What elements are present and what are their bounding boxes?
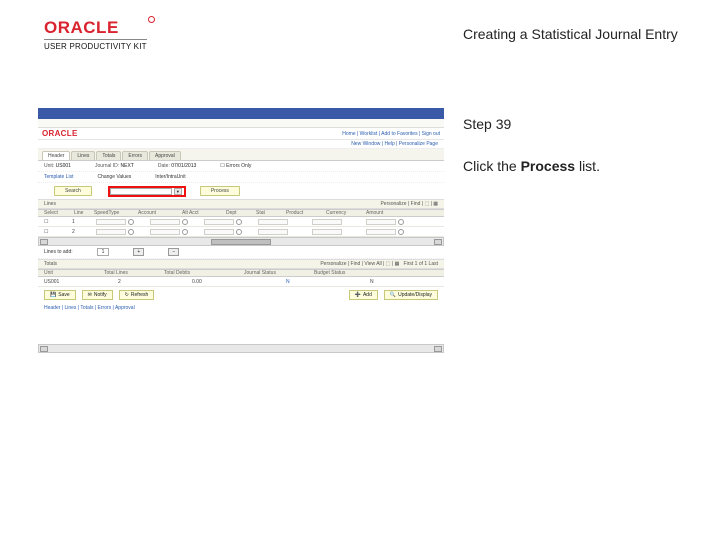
refresh-button[interactable]: ↻ Refresh (119, 290, 155, 300)
totals-grid-header: Unit Total Lines Total Debits Journal St… (38, 269, 444, 277)
form-row-1: Unit: US001 Journal ID: NEXT Date: 07/01… (38, 161, 444, 172)
date-label: Date: (158, 163, 170, 169)
unit-value: US001 (56, 163, 71, 169)
errors-only-checkbox[interactable]: ☐ Errors Only (220, 163, 251, 169)
oracle-logo: ORACLE (44, 18, 147, 38)
step-number: Step 39 (463, 116, 511, 132)
highlight-indicator (108, 186, 186, 197)
lines-to-add-row: Lines to add: 1 + − (38, 246, 444, 259)
process-button[interactable]: Process (200, 186, 240, 196)
form-row-2: Template List Change Values Inter/IntraU… (38, 172, 444, 183)
instruction-target: Process (521, 158, 575, 174)
instruction-pre: Click the (463, 158, 521, 174)
remove-line-button[interactable]: − (168, 248, 179, 256)
instruction-post: list. (575, 158, 600, 174)
lines-section-header: Lines Personalize | Find | ⬚ | ▦ (38, 199, 444, 209)
bottom-tab-links[interactable]: Header | Lines | Totals | Errors | Appro… (38, 303, 444, 313)
tab-totals[interactable]: Totals (96, 151, 121, 160)
unit-label: Unit: (44, 163, 54, 169)
app-screenshot: ORACLE Home | Worklist | Add to Favorite… (38, 108, 444, 346)
page-title: Creating a Statistical Journal Entry (463, 26, 678, 42)
app-header-links: Home | Worklist | Add to Favorites | Sig… (342, 131, 440, 137)
app-topbar (38, 108, 444, 119)
notify-button[interactable]: ✉ Notify (82, 290, 113, 300)
outer-scroll-right[interactable] (434, 346, 442, 352)
grid-row-1: ☐ 1 (38, 217, 444, 227)
scroll-thumb[interactable] (211, 239, 271, 245)
app-nav-links[interactable]: New Window | Help | Personalize Page (38, 140, 444, 149)
change-values-link[interactable]: Change Values (97, 174, 131, 180)
grid-row-2: ☐ 2 (38, 227, 444, 237)
tab-approval[interactable]: Approval (149, 151, 181, 160)
grid-scrollbar[interactable] (38, 237, 444, 246)
totals-grid-row: US001 2 0.00 N N (38, 277, 444, 287)
instruction-text: Click the Process list. (463, 158, 600, 174)
outer-scroll-left[interactable] (40, 346, 48, 352)
intra-unit-link[interactable]: Inter/IntraUnit (155, 174, 185, 180)
save-button[interactable]: 💾 Save (44, 290, 76, 300)
add-button[interactable]: ➕ Add (349, 290, 378, 300)
app-oracle-logo: ORACLE (42, 129, 78, 138)
app-brandbar: ORACLE Home | Worklist | Add to Favorite… (38, 128, 444, 140)
journal-label: Journal ID: (95, 163, 119, 169)
update-display-button[interactable]: 🔍 Update/Display (384, 290, 438, 300)
app-infobar (38, 119, 444, 128)
tab-lines[interactable]: Lines (71, 151, 95, 160)
scroll-left-arrow[interactable] (40, 239, 48, 245)
date-value: 07/01/2013 (171, 163, 196, 169)
totals-section-header: Totals Personalize | Find | View All | ⬚… (38, 259, 444, 269)
journal-value: NEXT (121, 163, 134, 169)
bottom-buttons: 💾 Save ✉ Notify ↻ Refresh ➕ Add 🔍 Update… (38, 287, 444, 303)
lines-to-add-input[interactable]: 1 (97, 248, 110, 256)
page-header: ORACLE USER PRODUCTIVITY KIT (44, 18, 147, 51)
tab-header[interactable]: Header (42, 151, 70, 160)
outer-scrollbar[interactable] (38, 344, 444, 353)
search-button[interactable]: Search (54, 186, 92, 196)
scroll-right-arrow[interactable] (434, 239, 442, 245)
upk-subtitle: USER PRODUCTIVITY KIT (44, 39, 147, 51)
button-row: Search ▼ Process (38, 183, 444, 199)
tab-errors[interactable]: Errors (122, 151, 148, 160)
grid-header: Select Line SpeedType Account Alt Acct D… (38, 209, 444, 217)
add-line-button[interactable]: + (133, 248, 144, 256)
template-link[interactable]: Template List (44, 174, 73, 180)
app-tabs: Header Lines Totals Errors Approval (38, 149, 444, 161)
